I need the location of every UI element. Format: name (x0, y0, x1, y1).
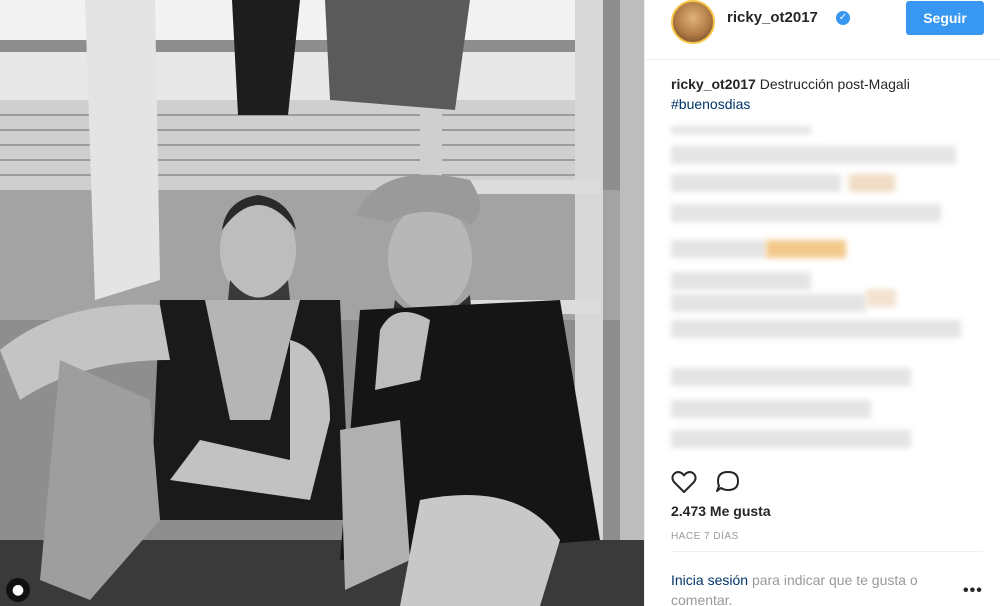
verified-badge-icon: ✓ (836, 11, 850, 25)
divider (671, 551, 983, 552)
heart-icon[interactable] (671, 470, 697, 494)
photo-illustration (0, 0, 644, 606)
caption-text: Destrucción post-Magali (759, 76, 910, 92)
comment-icon[interactable] (715, 470, 741, 494)
post-sidebar: ricky_ot2017 ✓ Seguir ricky_ot2017 Destr… (644, 0, 1000, 606)
post-header: ricky_ot2017 ✓ Seguir (645, 0, 1000, 60)
hashtag-link[interactable]: #buenosdias (671, 96, 750, 112)
header-username[interactable]: ricky_ot2017 (727, 9, 818, 26)
post-timestamp: HACE 7 DÍAS (671, 531, 739, 542)
caption-username[interactable]: ricky_ot2017 (671, 76, 756, 92)
post-caption: ricky_ot2017 Destrucción post-Magali #bu… (671, 74, 991, 114)
avatar[interactable] (671, 0, 715, 44)
login-link[interactable]: Inicia sesión (671, 572, 748, 588)
login-prompt: Inicia sesión para indicar que te gusta … (671, 570, 971, 606)
user-tag-icon[interactable]: ● (6, 578, 30, 602)
more-options-icon[interactable]: ••• (963, 582, 983, 600)
post-actions (671, 470, 991, 494)
post-photo[interactable]: ● (0, 0, 644, 606)
follow-button[interactable]: Seguir (906, 1, 984, 35)
like-count[interactable]: 2.473 Me gusta (671, 503, 771, 519)
blurred-comments (671, 124, 971, 464)
